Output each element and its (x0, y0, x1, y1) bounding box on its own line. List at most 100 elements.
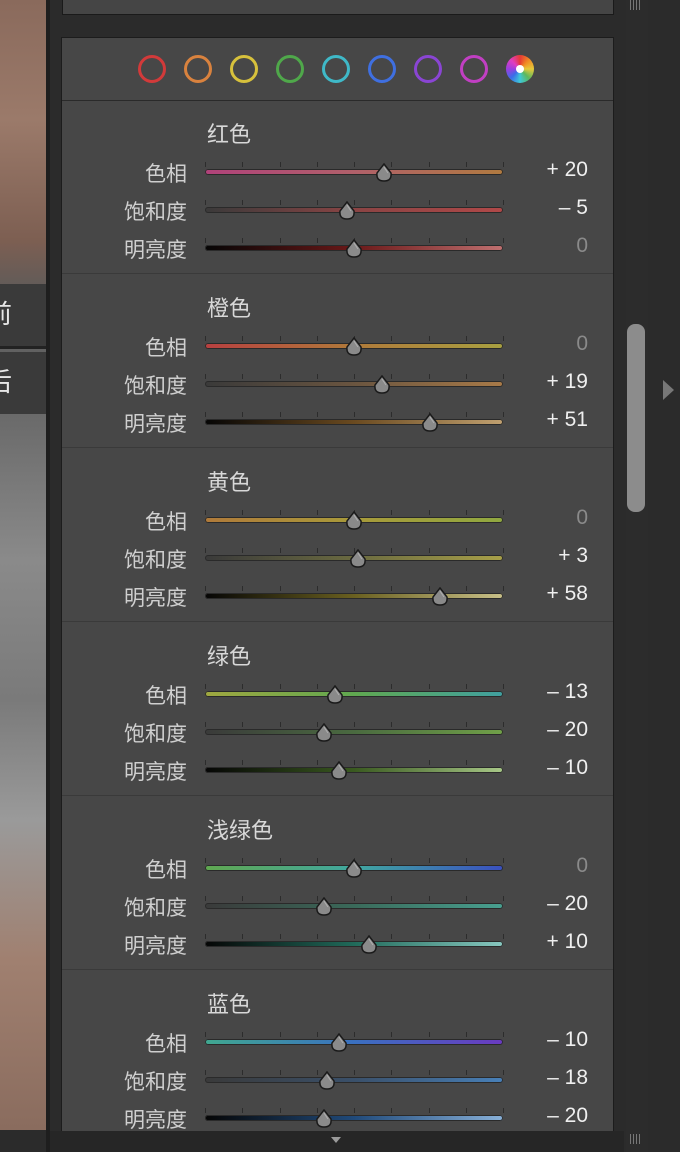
slider-value[interactable]: + 19 (547, 370, 588, 394)
slider-value[interactable]: + 20 (547, 158, 588, 182)
slider-thumb[interactable] (344, 510, 364, 531)
slider-ticks (205, 374, 504, 380)
slider-tick (316, 586, 318, 591)
slider-thumb[interactable] (359, 934, 379, 955)
slider-value[interactable]: – 18 (547, 1066, 588, 1090)
slider-row: 明亮度 + 58 (62, 576, 613, 614)
slider-tick (242, 934, 244, 939)
slider-track[interactable] (205, 419, 503, 425)
slider-thumb[interactable] (420, 412, 440, 433)
slider-label: 明亮度 (124, 1108, 187, 1132)
slider-track[interactable] (205, 691, 503, 697)
slider-track[interactable] (205, 1077, 503, 1083)
slider-tick (316, 858, 318, 863)
expand-panel-arrow-icon[interactable] (663, 380, 674, 400)
slider-value[interactable]: + 58 (547, 582, 588, 606)
slider-track[interactable] (205, 767, 503, 773)
slider-row: 饱和度 – 5 (62, 190, 613, 228)
slider-track[interactable] (205, 381, 503, 387)
swatch-green-icon[interactable] (276, 55, 304, 83)
slider-label: 饱和度 (124, 1070, 187, 1094)
slider-thumb[interactable] (430, 586, 450, 607)
scrollbar-thumb[interactable] (627, 324, 645, 512)
slider-tick (279, 1070, 281, 1075)
slider-thumb[interactable] (314, 896, 334, 917)
slider-tick (242, 1032, 244, 1037)
slider-value[interactable]: – 5 (559, 196, 588, 220)
slider-track[interactable] (205, 903, 503, 909)
group-title: 黄色 (207, 471, 252, 496)
slider-track[interactable] (205, 1115, 503, 1121)
slider-tick (428, 162, 430, 167)
slider-thumb[interactable] (344, 858, 364, 879)
slider-value[interactable]: + 3 (558, 544, 588, 568)
slider-thumb[interactable] (325, 684, 345, 705)
slider-tick (428, 1108, 430, 1113)
slider-thumb[interactable] (372, 374, 392, 395)
slider-thumb[interactable] (348, 548, 368, 569)
slider-row: 明亮度 – 20 (62, 1098, 613, 1132)
slider-track[interactable] (205, 941, 503, 947)
scrollbar-track[interactable] (626, 0, 648, 1152)
slider-label: 色相 (145, 858, 187, 882)
slider-value[interactable]: 0 (576, 854, 588, 878)
slider-tick (354, 1070, 355, 1075)
slider-tick (242, 162, 244, 167)
slider-value[interactable]: – 10 (547, 756, 588, 780)
collapse-arrow-icon[interactable] (331, 1137, 341, 1143)
slider-thumb[interactable] (344, 336, 364, 357)
slider-tick (391, 934, 393, 939)
slider-tick (279, 1108, 281, 1113)
slider-tick (503, 934, 504, 939)
swatch-yellow-icon[interactable] (230, 55, 258, 83)
slider-ticks (205, 586, 504, 592)
slider-value[interactable]: 0 (576, 234, 588, 258)
slider-tick (242, 760, 244, 765)
slider-value[interactable]: 0 (576, 506, 588, 530)
grip-icon[interactable] (630, 0, 642, 10)
slider-value[interactable]: + 51 (547, 408, 588, 432)
slider-thumb[interactable] (337, 200, 357, 221)
slider-thumb[interactable] (344, 238, 364, 259)
slider-tick (242, 858, 244, 863)
slider-thumb[interactable] (314, 722, 334, 743)
slider-ticks (205, 896, 504, 902)
slider-value[interactable]: – 13 (547, 680, 588, 704)
slider-value[interactable]: – 20 (547, 718, 588, 742)
swatch-aqua-icon[interactable] (322, 55, 350, 83)
slider-track[interactable] (205, 729, 503, 735)
slider-tick (242, 722, 244, 727)
swatch-magenta-icon[interactable] (460, 55, 488, 83)
slider-tick (503, 1070, 504, 1075)
slider-tick (279, 238, 281, 243)
slider-track[interactable] (205, 169, 503, 175)
swatch-blue-icon[interactable] (368, 55, 396, 83)
slider-value[interactable]: + 10 (547, 930, 588, 954)
slider-tick (465, 200, 467, 205)
slider-thumb[interactable] (317, 1070, 337, 1091)
slider-tick (503, 684, 504, 689)
slider-track[interactable] (205, 1039, 503, 1045)
slider-track[interactable] (205, 593, 503, 599)
slider-tick (279, 548, 281, 553)
slider-thumb[interactable] (329, 1032, 349, 1053)
swatch-purple-icon[interactable] (414, 55, 442, 83)
slider-tick (242, 548, 244, 553)
slider-value[interactable]: – 10 (547, 1028, 588, 1052)
slider-value[interactable]: – 20 (547, 1104, 588, 1128)
grip-icon[interactable] (630, 1134, 642, 1144)
swatch-red-icon[interactable] (138, 55, 166, 83)
swatch-orange-icon[interactable] (184, 55, 212, 83)
slider-value[interactable]: – 20 (547, 892, 588, 916)
slider-tick (465, 238, 467, 243)
slider-thumb[interactable] (374, 162, 394, 183)
slider-label: 色相 (145, 1032, 187, 1056)
slider-thumb[interactable] (314, 1108, 334, 1129)
slider-tick (205, 238, 206, 243)
slider-value[interactable]: 0 (576, 332, 588, 356)
slider-tick (428, 200, 430, 205)
slider-thumb[interactable] (329, 760, 349, 781)
slider-tick (465, 1108, 467, 1113)
slider-tick (428, 1032, 430, 1037)
swatch-all-icon[interactable] (506, 55, 534, 83)
